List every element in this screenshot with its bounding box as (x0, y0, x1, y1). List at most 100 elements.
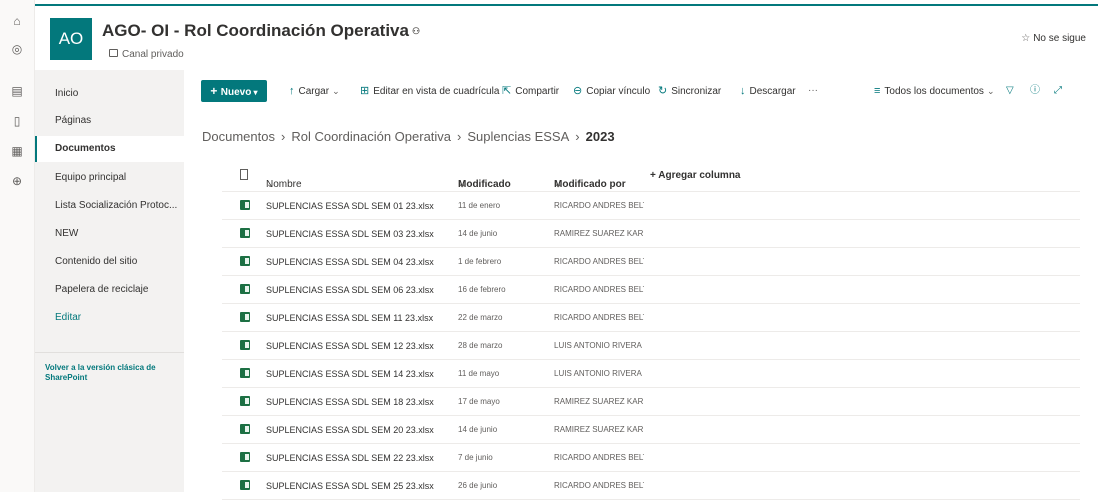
sync-button[interactable]: ↻ Sincronizar (658, 80, 721, 102)
download-label: Descargar (749, 86, 796, 97)
file-modified-by[interactable]: RICARDO ANDRES BELTRA (554, 285, 644, 294)
copy-link-button[interactable]: ⊖ Copiar vínculo (573, 80, 650, 102)
library-icon[interactable]: ▦ (10, 144, 24, 158)
teams-icon: ⚇ (411, 26, 421, 37)
nav-item-contenido[interactable]: Contenido del sitio (35, 249, 184, 275)
upload-icon: ↑ (289, 85, 295, 97)
share-icon: ⇱ (502, 85, 512, 97)
nav-item-new[interactable]: NEW (35, 221, 184, 247)
table-row[interactable]: SUPLENCIAS ESSA SDL SEM 12 23.xlsx 28 de … (222, 332, 1080, 360)
file-name[interactable]: SUPLENCIAS ESSA SDL SEM 11 23.xlsx (266, 313, 452, 323)
expand-icon[interactable]: ⤢ (1054, 80, 1062, 102)
file-name[interactable]: SUPLENCIAS ESSA SDL SEM 14 23.xlsx (266, 369, 452, 379)
file-modified-by[interactable]: RICARDO ANDRES BELTRA (554, 257, 644, 266)
file-modified-by[interactable]: RICARDO ANDRES BELTRA (554, 453, 644, 462)
file-name[interactable]: SUPLENCIAS ESSA SDL SEM 25 23.xlsx (266, 481, 452, 491)
download-button[interactable]: ↓ Descargar (740, 80, 796, 102)
table-row[interactable]: SUPLENCIAS ESSA SDL SEM 04 23.xlsx 1 de f… (222, 248, 1080, 276)
site-title-text: AGO- OI - Rol Coordinación Operativa (102, 21, 409, 40)
file-modified-by[interactable]: RICARDO ANDRES BELTRA (554, 481, 644, 490)
table-row[interactable]: SUPLENCIAS ESSA SDL SEM 25 23.xlsx 26 de … (222, 472, 1080, 500)
nav-edit-link[interactable]: Editar (35, 305, 184, 331)
chevron-right-icon: › (457, 129, 462, 144)
filter-icon[interactable]: ▽ (1006, 80, 1014, 102)
file-modified-by[interactable]: RAMIREZ SUAREZ KAREN (554, 425, 644, 434)
excel-file-icon (240, 424, 250, 434)
file-modified-by[interactable]: LUIS ANTONIO RIVERA PI (554, 369, 644, 378)
table-row[interactable]: SUPLENCIAS ESSA SDL SEM 20 23.xlsx 14 de … (222, 416, 1080, 444)
chevron-right-icon: › (575, 129, 580, 144)
file-name[interactable]: SUPLENCIAS ESSA SDL SEM 20 23.xlsx (266, 425, 452, 435)
excel-file-icon (240, 256, 250, 266)
new-button[interactable]: + Nuevo ▾ (201, 80, 267, 102)
table-row[interactable]: SUPLENCIAS ESSA SDL SEM 18 23.xlsx 17 de … (222, 388, 1080, 416)
file-name[interactable]: SUPLENCIAS ESSA SDL SEM 04 23.xlsx (266, 257, 452, 267)
excel-file-icon (240, 228, 250, 238)
table-row[interactable]: SUPLENCIAS ESSA SDL SEM 22 23.xlsx 7 de j… (222, 444, 1080, 472)
breadcrumb-documentos[interactable]: Documentos (202, 129, 275, 144)
grid-icon: ⊞ (360, 85, 370, 97)
grid-edit-label: Editar en vista de cuadrícula (373, 86, 500, 97)
view-selector[interactable]: ≡ Todos los documentos ⌄ (874, 80, 994, 102)
chevron-right-icon: › (280, 129, 286, 144)
privacy-text: Canal privado (122, 49, 184, 60)
file-modified-by[interactable]: LUIS ANTONIO RIVERA PI (554, 341, 644, 350)
file-modified-by[interactable]: RAMIREZ SUAREZ KAREN (554, 397, 644, 406)
table-row[interactable]: SUPLENCIAS ESSA SDL SEM 11 23.xlsx 22 de … (222, 304, 1080, 332)
excel-file-icon (240, 312, 250, 322)
new-label: Nuevo (220, 87, 252, 98)
chevron-down-icon: ⌄ (458, 179, 467, 190)
nav-item-documentos[interactable]: Documentos (35, 136, 184, 162)
link-icon: ⊖ (573, 85, 583, 97)
file-type-icon[interactable] (240, 169, 248, 180)
document-icon[interactable]: ▯ (10, 114, 24, 128)
share-button[interactable]: ⇱ Compartir (502, 80, 559, 102)
app-rail: ⌂ ◎ ▤ ▯ ▦ ⊕ (0, 0, 35, 492)
excel-file-icon (240, 200, 250, 210)
chevron-down-icon: ⌄ (986, 86, 995, 96)
file-modified: 26 de junio (458, 481, 498, 490)
news-icon[interactable]: ▤ (10, 84, 24, 98)
breadcrumb-suplencias[interactable]: Suplencias ESSA (467, 129, 569, 144)
file-name[interactable]: SUPLENCIAS ESSA SDL SEM 22 23.xlsx (266, 453, 452, 463)
table-row[interactable]: SUPLENCIAS ESSA SDL SEM 14 23.xlsx 11 de … (222, 360, 1080, 388)
info-icon[interactable]: ⓘ (1030, 80, 1040, 102)
add-icon[interactable]: ⊕ (10, 174, 24, 188)
chevron-down-icon: ▾ (251, 88, 258, 97)
table-row[interactable]: SUPLENCIAS ESSA SDL SEM 06 23.xlsx 16 de … (222, 276, 1080, 304)
file-modified-by[interactable]: RAMIREZ SUAREZ KAREN (554, 229, 644, 238)
nav-item-inicio[interactable]: Inicio (35, 81, 184, 107)
add-column-button[interactable]: + Agregar columna (650, 170, 741, 181)
site-logo[interactable]: AO (50, 18, 92, 60)
nav-item-equipo-principal[interactable]: Equipo principal (35, 165, 184, 191)
nav-item-papelera[interactable]: Papelera de reciclaje (35, 277, 184, 303)
table-row[interactable]: SUPLENCIAS ESSA SDL SEM 01 23.xlsx 11 de … (222, 192, 1080, 220)
more-button[interactable]: ··· (808, 80, 818, 102)
file-name[interactable]: SUPLENCIAS ESSA SDL SEM 06 23.xlsx (266, 285, 452, 295)
grid-edit-button[interactable]: ⊞ Editar en vista de cuadrícula (360, 80, 499, 102)
file-name[interactable]: SUPLENCIAS ESSA SDL SEM 01 23.xlsx (266, 201, 452, 211)
file-name[interactable]: SUPLENCIAS ESSA SDL SEM 18 23.xlsx (266, 397, 452, 407)
breadcrumb-rol[interactable]: Rol Coordinación Operativa (291, 129, 451, 144)
file-list: Nombre ⌄ Modificado ⌄ Modificado por ⌄ +… (222, 161, 1080, 500)
home-icon[interactable]: ⌂ (10, 14, 24, 28)
globe-icon[interactable]: ◎ (10, 42, 24, 56)
file-modified: 7 de junio (458, 453, 493, 462)
file-modified-by[interactable]: RICARDO ANDRES BELTRA (554, 313, 644, 322)
table-row[interactable]: SUPLENCIAS ESSA SDL SEM 03 23.xlsx 14 de … (222, 220, 1080, 248)
privacy-label: Canal privado (109, 49, 184, 60)
site-title[interactable]: AGO- OI - Rol Coordinación Operativa ⚇ (102, 21, 420, 41)
nav-item-lista-socializacion[interactable]: Lista Socialización Protoc... (35, 193, 184, 219)
nav-item-paginas[interactable]: Páginas (35, 108, 184, 134)
classic-sharepoint-link[interactable]: Volver a la versión clásica de SharePoin… (45, 363, 175, 383)
file-modified-by[interactable]: RICARDO ANDRES BELTRA (554, 201, 644, 210)
follow-button[interactable]: ☆ No se sigue (1021, 33, 1086, 44)
file-modified: 17 de mayo (458, 397, 500, 406)
file-name[interactable]: SUPLENCIAS ESSA SDL SEM 03 23.xlsx (266, 229, 452, 239)
upload-label: Cargar (298, 86, 330, 97)
excel-file-icon (240, 480, 250, 490)
file-name[interactable]: SUPLENCIAS ESSA SDL SEM 12 23.xlsx (266, 341, 452, 351)
file-modified: 22 de marzo (458, 313, 503, 322)
excel-file-icon (240, 340, 250, 350)
upload-button[interactable]: ↑ Cargar ⌄ (289, 80, 340, 102)
